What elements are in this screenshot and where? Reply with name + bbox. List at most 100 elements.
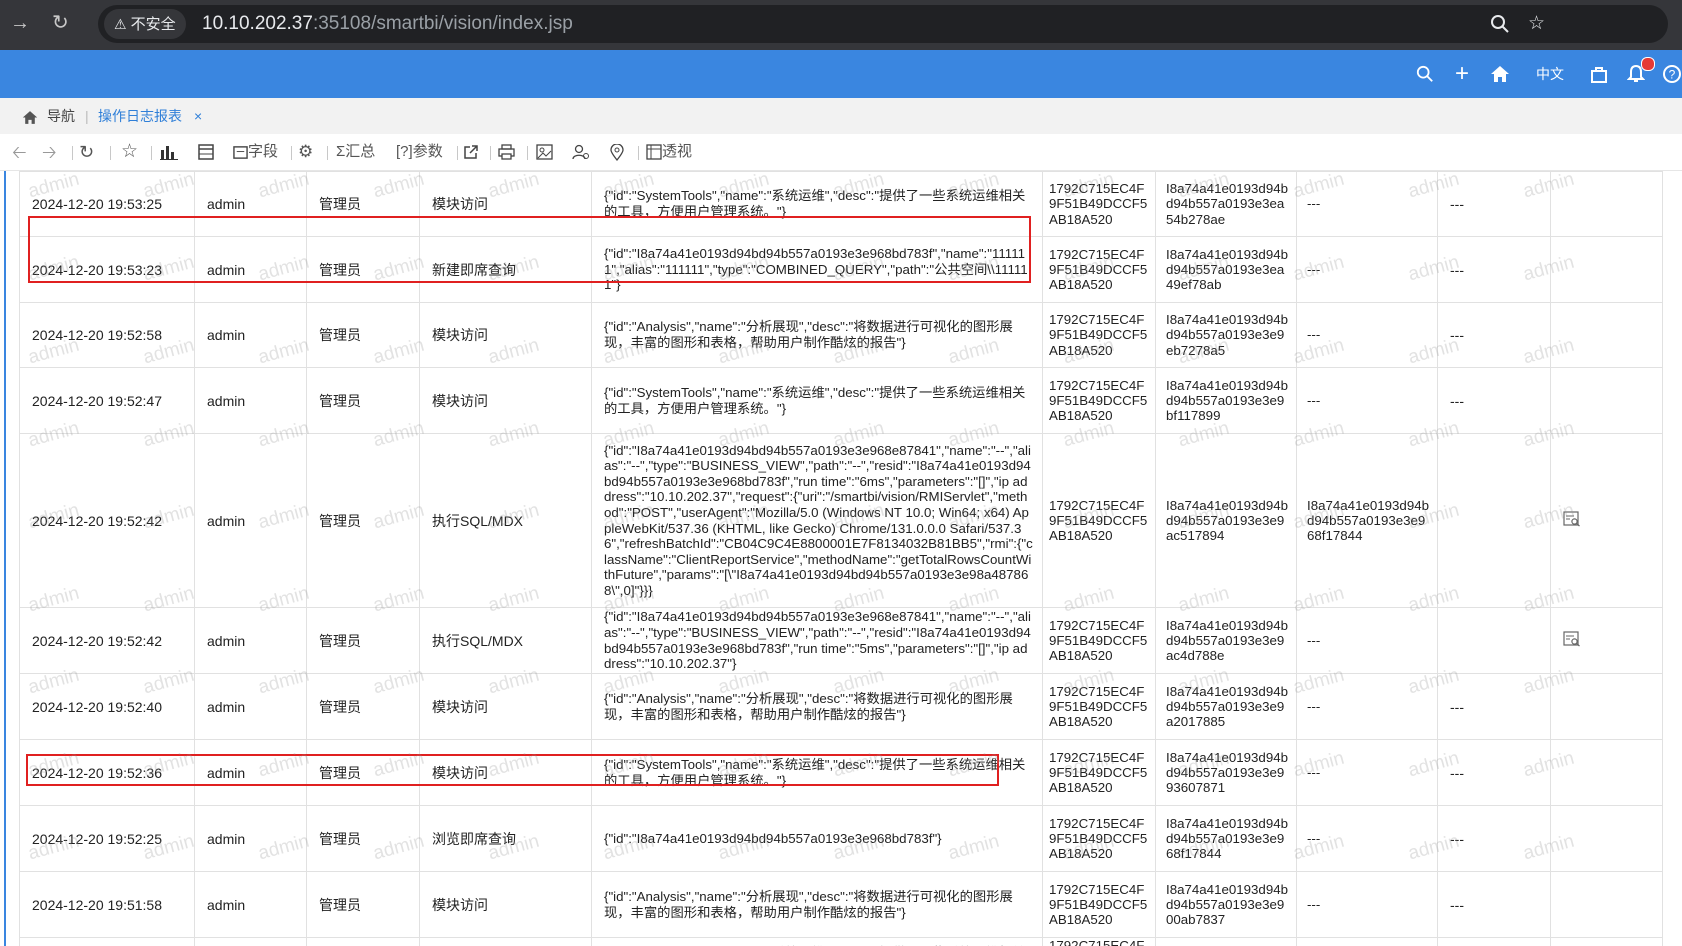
log-user-cell: admin (194, 871, 307, 938)
log-action-cell (1550, 739, 1663, 806)
log-record-id-cell: I8a74a41e0193d94bd94b557a0193e3e9 (1155, 937, 1297, 946)
view-detail-icon[interactable] (1563, 631, 1581, 650)
log-operation-cell: 执行SQL/MDX (419, 607, 592, 674)
log-resource-id-cell: --- (1296, 302, 1438, 368)
table-row[interactable]: 2024-12-20 19:52:42 admin 管理员 执行SQL/MDX {"id… (19, 607, 1663, 674)
log-time-cell: 2024-12-20 19:52:40 (19, 673, 195, 740)
view-detail-icon[interactable] (1563, 511, 1581, 530)
log-resource-id-cell: --- (1296, 739, 1438, 806)
log-extra-cell: --- (1437, 302, 1551, 368)
log-operation-cell: 模块访问 (419, 673, 592, 740)
table-row[interactable]: 2024-12-20 19:52:36 admin 管理员 模块访问 {"id":"Sy… (19, 739, 1663, 806)
table-row[interactable]: 2024-12-20 19:52:42 admin 管理员 执行SQL/MDX {"id… (19, 433, 1663, 608)
log-action-cell (1550, 302, 1663, 368)
table-row[interactable]: {"id":"SystemTools","name":"系统运维","desc"… (19, 937, 1663, 946)
favorite-icon[interactable]: ☆ (121, 134, 138, 170)
bookmark-star-icon[interactable]: ☆ (1528, 5, 1545, 43)
log-user-alias-cell: 管理员 (306, 805, 420, 872)
tab-nav[interactable]: 导航 (47, 98, 75, 134)
table-row[interactable]: 2024-12-20 19:53:25 admin 管理员 模块访问 {"id":"Sy… (19, 171, 1663, 237)
table-icon[interactable] (198, 134, 214, 170)
log-record-id-cell: I8a74a41e0193d94bd94b557a0193e3e9eb7278a… (1155, 302, 1297, 368)
log-time-cell: 2024-12-20 19:52:36 (19, 739, 195, 806)
log-user-alias-cell: 管理员 (306, 302, 420, 368)
parameter-button[interactable]: [?]参数 (396, 134, 443, 170)
user-settings-icon[interactable] (572, 134, 590, 170)
security-indicator[interactable]: ⚠ 不安全 (104, 9, 186, 39)
app-header: + 中文 ? (0, 50, 1682, 98)
log-record-id-cell: I8a74a41e0193d94bd94b557a0193e3e9a201788… (1155, 673, 1297, 740)
log-time-cell: 2024-12-20 19:53:23 (19, 236, 195, 303)
back-icon[interactable]: 🡠 (12, 134, 27, 170)
log-operation-cell: 新建即席查询 (419, 236, 592, 303)
refresh-icon[interactable]: ↻ (79, 134, 94, 170)
bag-icon[interactable] (1590, 50, 1608, 98)
tab-operation-log-report[interactable]: 操作日志报表 (98, 98, 182, 134)
log-time-cell: 2024-12-20 19:52:25 (19, 805, 195, 872)
log-user-cell: admin (194, 607, 307, 674)
log-operation-cell: 模块访问 (419, 302, 592, 368)
table-row[interactable]: 2024-12-20 19:53:23 admin 管理员 新建即席查询 {"id":"… (19, 236, 1663, 303)
log-time-cell: 2024-12-20 19:51:58 (19, 871, 195, 938)
home-nav-icon[interactable] (22, 98, 38, 134)
settings-icon[interactable]: ⚙ (298, 134, 313, 170)
log-user-cell: admin (194, 433, 307, 608)
log-detail-cell: {"id":"SystemTools","name":"系统运维","desc"… (591, 739, 1043, 806)
table-row[interactable]: 2024-12-20 19:52:58 admin 管理员 模块访问 {"id":"An… (19, 302, 1663, 368)
address-bar[interactable]: ⚠ 不安全 10.10.202.37:35108/smartbi/vision/i… (98, 5, 1668, 43)
log-time-cell: 2024-12-20 19:52:58 (19, 302, 195, 368)
reload-icon[interactable]: ↻ (52, 12, 69, 34)
report-icon[interactable] (536, 134, 553, 170)
tab-bar: 导航 | 操作日志报表 × (0, 98, 1682, 135)
log-detail-cell: {"id":"I8a74a41e0193d94bd94b557a0193e3e9… (591, 236, 1043, 303)
toolbar-separator (638, 146, 639, 160)
log-session-id-cell: 1792C715EC4F9F51B49DCCF5AB18A520 (1042, 433, 1156, 608)
tab-divider: | (85, 108, 89, 124)
add-icon[interactable]: + (1455, 50, 1469, 98)
close-tab-icon[interactable]: × (194, 98, 202, 134)
table-row[interactable]: 2024-12-20 19:51:58 admin 管理员 模块访问 {"id":"An… (19, 871, 1663, 938)
log-session-id-cell: 1792C715EC4F9F51B49DCCF5AB18A520 (1042, 171, 1156, 237)
log-session-id-cell: 1792C715EC4F9F51B49DCCF5AB18A520 (1042, 302, 1156, 368)
log-extra-cell: --- (1437, 171, 1551, 237)
summary-button[interactable]: Σ汇总 (336, 134, 375, 170)
url-text[interactable]: 10.10.202.37:35108/smartbi/vision/index.… (202, 5, 573, 43)
zoom-icon[interactable] (1490, 5, 1510, 43)
log-extra-cell: --- (1437, 871, 1551, 938)
help-icon[interactable]: ? (1662, 50, 1682, 98)
next-icon[interactable]: 🡢 (42, 134, 57, 170)
log-detail-cell: {"id":"Analysis","name":"分析展现","desc":"将… (591, 673, 1043, 740)
bell-icon[interactable] (1626, 50, 1646, 98)
param-icon: [?] (396, 143, 413, 160)
field-button[interactable]: 字段 (233, 134, 278, 170)
search-icon[interactable] (1416, 50, 1434, 98)
chart-icon[interactable] (160, 134, 178, 170)
sigma-icon: Σ (336, 143, 346, 160)
log-user-cell: admin (194, 805, 307, 872)
report-toolbar: 🡠 🡢 ↻ ☆ 字段 ⚙ Σ汇总 [?]参数 透视 (0, 134, 1682, 171)
log-user-cell: admin (194, 367, 307, 434)
log-detail-cell: {"id":"SystemTools","name":"系统运维","desc"… (591, 937, 1043, 946)
table-row[interactable]: 2024-12-20 19:52:47 admin 管理员 模块访问 {"id":"Sy… (19, 367, 1663, 434)
language-switch[interactable]: 中文 (1536, 50, 1564, 98)
log-action-cell (1550, 433, 1663, 608)
log-resource-id-cell: --- (1296, 607, 1438, 674)
toolbar-separator (527, 146, 528, 160)
export-icon[interactable] (463, 134, 479, 170)
home-icon[interactable] (1490, 50, 1510, 98)
location-icon[interactable] (610, 134, 624, 170)
forward-icon[interactable]: → (10, 12, 30, 34)
pivot-button[interactable]: 透视 (646, 134, 692, 170)
log-resource-id-cell: --- (1296, 871, 1438, 938)
log-action-cell (1550, 871, 1663, 938)
log-record-id-cell: I8a74a41e0193d94bd94b557a0193e3e900ab783… (1155, 871, 1297, 938)
print-icon[interactable] (498, 134, 515, 170)
table-row[interactable]: 2024-12-20 19:52:25 admin 管理员 浏览即席查询 {"id":"… (19, 805, 1663, 872)
log-resource-id-cell: --- (1296, 236, 1438, 303)
log-action-cell (1550, 805, 1663, 872)
log-record-id-cell: I8a74a41e0193d94bd94b557a0193e3e9ac51789… (1155, 433, 1297, 608)
log-detail-cell: {"id":"SystemTools","name":"系统运维","desc"… (591, 171, 1043, 237)
table-row[interactable]: 2024-12-20 19:52:40 admin 管理员 模块访问 {"id":"An… (19, 673, 1663, 740)
log-resource-id-cell: --- (1296, 367, 1438, 434)
log-user-alias-cell: 管理员 (306, 171, 420, 237)
